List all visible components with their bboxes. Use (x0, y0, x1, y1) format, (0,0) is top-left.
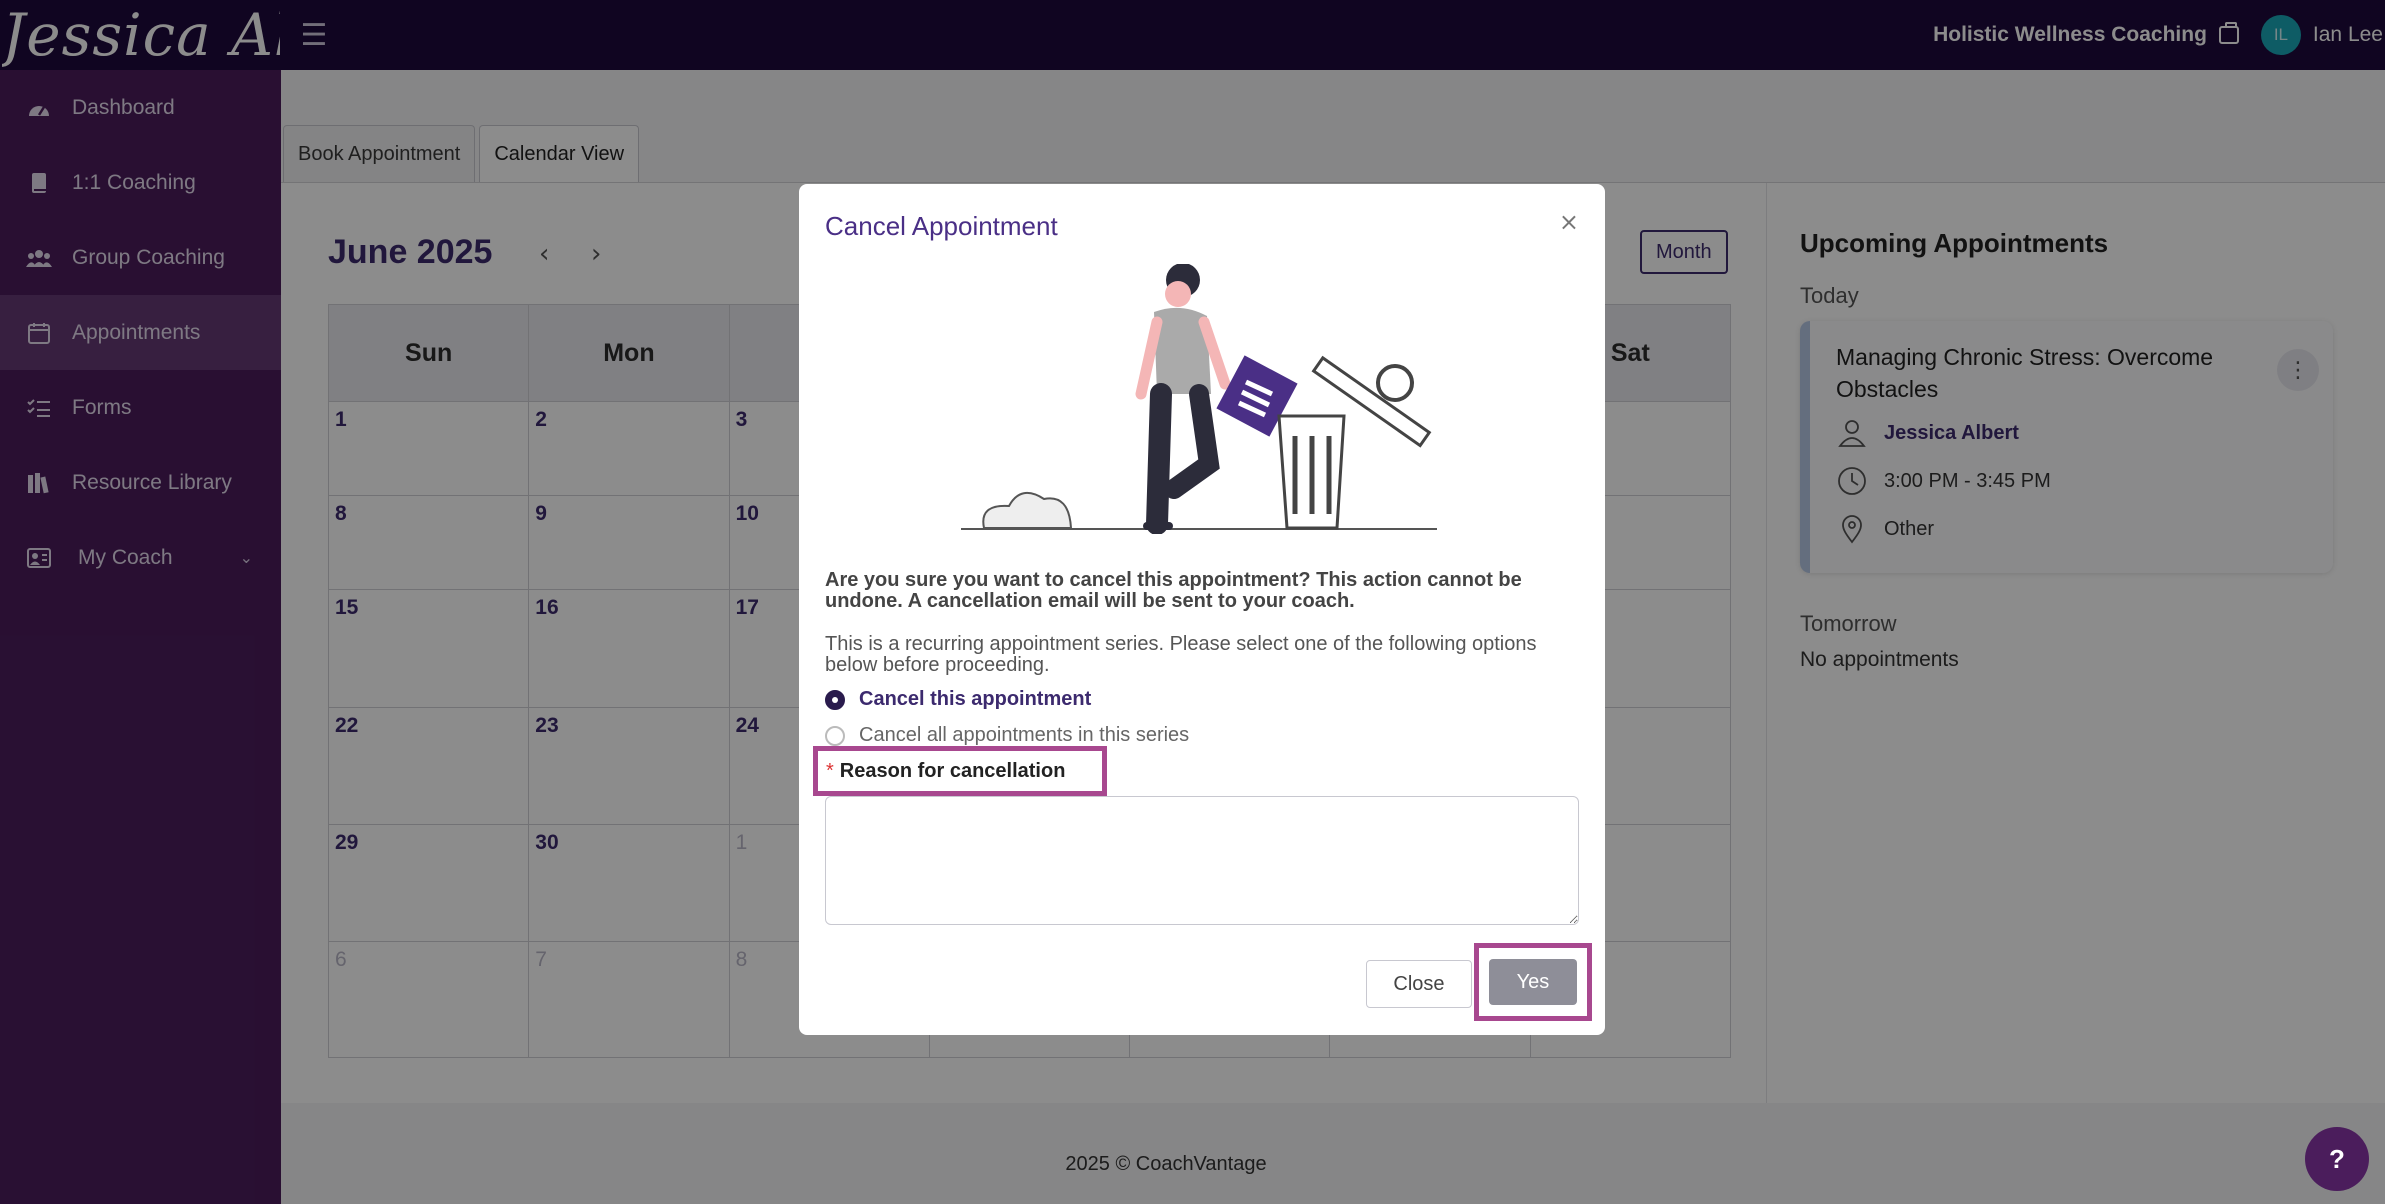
option-cancel-this[interactable]: Cancel this appointment (825, 688, 1091, 711)
close-button[interactable]: Close (1366, 960, 1472, 1008)
recurring-note-text: This is a recurring appointment series. … (825, 633, 1537, 676)
option-cancel-this-label: Cancel this appointment (859, 688, 1092, 710)
required-marker: * (826, 759, 834, 782)
radio-checked[interactable] (825, 689, 845, 710)
cancel-appointment-modal: Cancel Appointment × Are you sure you wa… (799, 184, 1605, 1035)
trash-illustration (961, 264, 1437, 534)
modal-title: Cancel Appointment (825, 211, 1058, 241)
cancel-warning-text: Are you sure you want to cancel this app… (825, 569, 1522, 612)
reason-label-highlight: * Reason for cancellation (813, 746, 1107, 796)
option-cancel-all-label: Cancel all appointments in this series (859, 724, 1190, 746)
reason-textarea[interactable] (825, 796, 1579, 925)
reason-label: Reason for cancellation (839, 759, 1066, 782)
close-icon[interactable]: × (1559, 208, 1579, 236)
help-button[interactable]: ? (2305, 1127, 2369, 1191)
yes-button-highlight: Yes (1474, 943, 1592, 1021)
radio-unchecked[interactable] (825, 725, 845, 746)
option-cancel-all[interactable]: Cancel all appointments in this series (825, 724, 1189, 747)
yes-button[interactable]: Yes (1489, 959, 1577, 1005)
